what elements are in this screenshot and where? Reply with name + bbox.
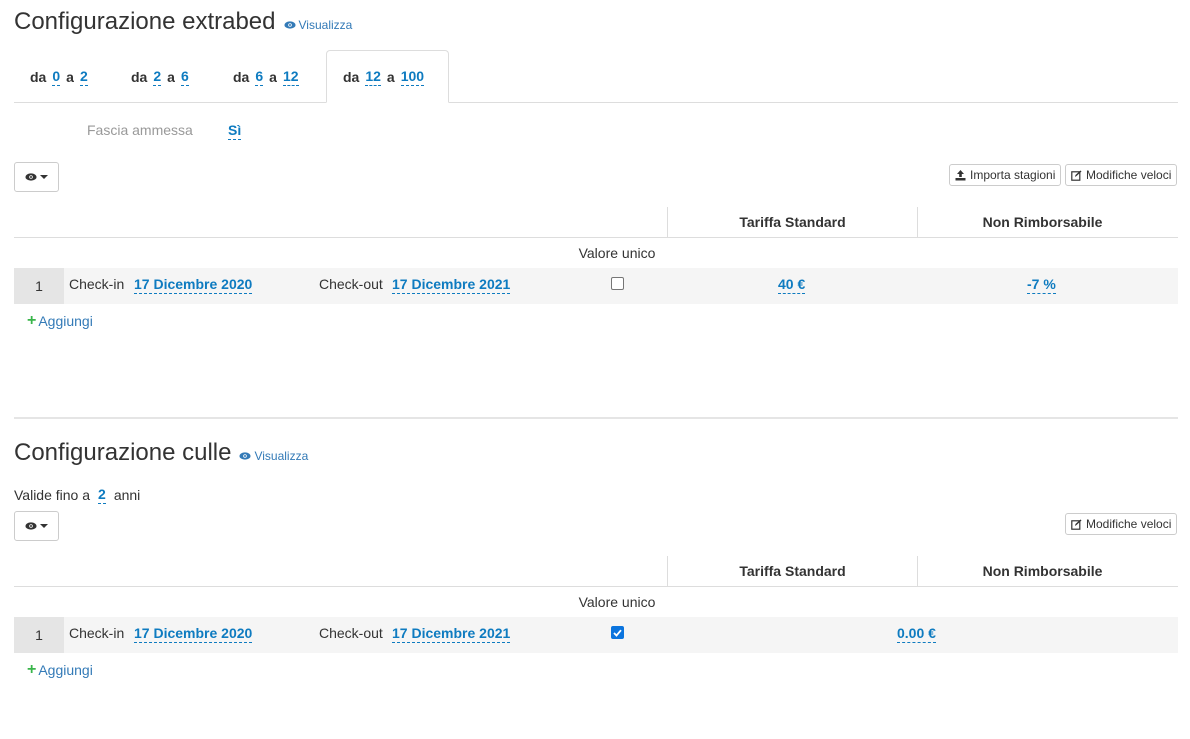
eye-icon xyxy=(25,173,37,181)
tab-to-value[interactable]: 6 xyxy=(180,68,189,86)
valid-age-value[interactable]: 2 xyxy=(98,486,106,504)
plus-icon: + xyxy=(27,312,37,329)
age-range-tabs: da 0 a 2 da 2 a 6 da 6 a 12 da 12 a 100 xyxy=(14,50,1178,103)
extrabed-title: Configurazione extrabed xyxy=(14,8,276,35)
upload-icon xyxy=(955,169,966,180)
section-separator xyxy=(14,417,1178,419)
edit-icon xyxy=(1071,170,1082,181)
caret-down-icon xyxy=(40,175,48,179)
tab-to-label: a xyxy=(66,68,74,85)
checkin-date[interactable]: 17 Dicembre 2020 xyxy=(134,276,253,294)
edit-icon xyxy=(1071,519,1082,530)
crib-rate-value[interactable]: 0.00 € xyxy=(897,625,936,643)
tab-range-2-6[interactable]: da 2 a 6 xyxy=(115,50,205,103)
tab-to-label: a xyxy=(269,68,277,85)
quick-edit-label: Modifiche veloci xyxy=(1086,517,1172,531)
check-icon xyxy=(613,629,622,637)
add-row-link[interactable]: + Aggiungi xyxy=(27,661,93,679)
tab-to-value[interactable]: 12 xyxy=(282,68,299,86)
checkout-date[interactable]: 17 Dicembre 2021 xyxy=(392,276,511,294)
add-row-label: Aggiungi xyxy=(38,662,93,678)
cribs-view-link[interactable]: Visualizza xyxy=(239,449,308,463)
row-checkbox[interactable] xyxy=(611,277,624,290)
standard-rate-value[interactable]: 40 € xyxy=(778,276,806,294)
row-index-value: 1 xyxy=(35,627,43,643)
tab-from-label: da xyxy=(30,68,47,85)
checkin-date[interactable]: 17 Dicembre 2020 xyxy=(134,625,253,643)
quick-edit-button[interactable]: Modifiche veloci xyxy=(1065,164,1178,186)
tab-from-value[interactable]: 0 xyxy=(52,68,61,86)
column-header-non-refundable: Non Rimborsabile xyxy=(982,563,1103,579)
valid-unit: anni xyxy=(113,487,141,503)
column-visibility-button[interactable] xyxy=(14,511,59,541)
import-seasons-button[interactable]: Importa stagioni xyxy=(949,164,1062,186)
row-checkbox[interactable] xyxy=(611,626,624,639)
row-index: 1 xyxy=(14,268,64,304)
non-refundable-value[interactable]: -7 % xyxy=(1027,276,1056,294)
fascia-value[interactable]: Sì xyxy=(228,122,242,140)
tab-from-label: da xyxy=(343,68,360,85)
column-header-standard: Tariffa Standard xyxy=(739,563,846,579)
extrabed-header: Configurazione extrabed Visualizza xyxy=(14,8,352,36)
plus-icon: + xyxy=(27,661,37,678)
column-visibility-button[interactable] xyxy=(14,162,59,192)
checkin-label: Check-in xyxy=(69,625,125,641)
checkout-label: Check-out xyxy=(319,625,383,641)
row-index: 1 xyxy=(14,617,64,653)
checkout-label: Check-out xyxy=(319,276,383,292)
quick-edit-button[interactable]: Modifiche veloci xyxy=(1065,513,1178,535)
tab-to-value[interactable]: 2 xyxy=(79,68,88,86)
tab-range-6-12[interactable]: da 6 a 12 xyxy=(217,50,315,103)
checkin-label: Check-in xyxy=(69,276,125,292)
tab-to-value[interactable]: 100 xyxy=(400,68,425,86)
column-header-standard: Tariffa Standard xyxy=(739,214,846,230)
valid-label: Valide fino a xyxy=(14,487,91,503)
table-header-border xyxy=(14,237,1178,238)
add-row-link[interactable]: + Aggiungi xyxy=(27,312,93,330)
column-header-non-refundable: Non Rimborsabile xyxy=(982,214,1103,230)
tab-from-value[interactable]: 2 xyxy=(153,68,162,86)
eye-icon xyxy=(25,522,37,530)
tab-from-label: da xyxy=(233,68,250,85)
tab-from-value[interactable]: 6 xyxy=(255,68,264,86)
tab-range-0-2[interactable]: da 0 a 2 xyxy=(14,50,104,103)
cribs-title: Configurazione culle xyxy=(14,439,232,466)
checkout-date[interactable]: 17 Dicembre 2021 xyxy=(392,625,511,643)
cribs-view-link-label: Visualizza xyxy=(254,449,309,463)
single-value-label: Valore unico xyxy=(578,245,656,261)
tab-to-label: a xyxy=(167,68,175,85)
eye-icon xyxy=(283,21,296,29)
valid-until: Valide fino a 2 anni xyxy=(14,486,140,504)
import-seasons-label: Importa stagioni xyxy=(970,168,1056,182)
extrabed-view-link[interactable]: Visualizza xyxy=(283,18,353,32)
add-row-label: Aggiungi xyxy=(38,313,93,329)
caret-down-icon xyxy=(40,524,48,528)
cribs-header: Configurazione culle Visualizza xyxy=(14,439,308,467)
tab-from-label: da xyxy=(131,68,148,85)
tab-from-value[interactable]: 12 xyxy=(365,68,381,86)
fascia-label: Fascia ammessa xyxy=(87,122,193,138)
quick-edit-label: Modifiche veloci xyxy=(1086,168,1172,182)
row-index-value: 1 xyxy=(35,278,43,294)
single-value-label: Valore unico xyxy=(578,594,656,610)
tab-range-12-100[interactable]: da 12 a 100 xyxy=(326,50,449,103)
table-header-border xyxy=(14,586,1178,587)
extrabed-view-link-label: Visualizza xyxy=(298,18,353,32)
tab-to-label: a xyxy=(386,68,395,85)
eye-icon xyxy=(239,452,252,460)
